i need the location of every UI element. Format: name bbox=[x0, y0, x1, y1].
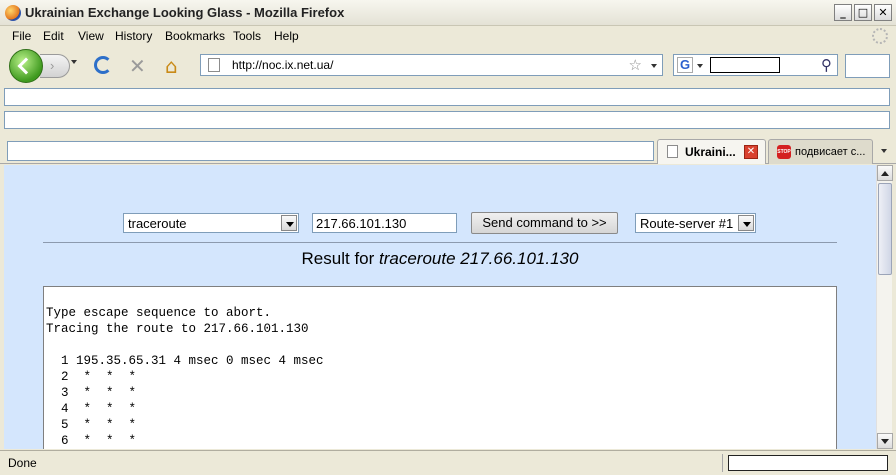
close-window-button[interactable]: ✕ bbox=[874, 4, 892, 21]
title-bar: Ukrainian Exchange Looking Glass - Mozil… bbox=[0, 0, 896, 26]
url-dropdown-icon[interactable] bbox=[651, 64, 657, 68]
scroll-down-button[interactable] bbox=[877, 433, 893, 449]
home-icon[interactable]: ⌂ bbox=[165, 54, 178, 78]
window-title: Ukrainian Exchange Looking Glass - Mozil… bbox=[25, 5, 345, 20]
chevron-down-icon[interactable] bbox=[738, 215, 754, 231]
command-select-value: traceroute bbox=[128, 216, 187, 231]
route-server-value: Route-server #1 bbox=[640, 216, 734, 231]
url-bar[interactable]: http://noc.ix.net.ua/ ☆ bbox=[200, 54, 663, 76]
menu-history[interactable]: History bbox=[115, 29, 152, 43]
status-bar: Done bbox=[0, 450, 896, 475]
status-panel bbox=[728, 455, 888, 471]
tab-bar: Ukraini... ✕ STOP подвисает с... bbox=[0, 137, 896, 164]
toolbar-field-2[interactable] bbox=[4, 111, 890, 129]
history-dropdown-icon[interactable] bbox=[71, 60, 77, 64]
vertical-scrollbar[interactable] bbox=[876, 165, 893, 449]
tab-second[interactable]: STOP подвисает с... bbox=[768, 139, 873, 164]
forward-button[interactable]: › bbox=[40, 54, 70, 78]
menu-tools[interactable]: Tools bbox=[233, 29, 261, 43]
page-content: traceroute Send command to >> Route-serv… bbox=[4, 165, 876, 449]
divider bbox=[43, 242, 837, 243]
command-select[interactable]: traceroute bbox=[123, 213, 299, 233]
tab-bar-field[interactable] bbox=[7, 141, 654, 161]
tab-ukrainian-exchange[interactable]: Ukraini... ✕ bbox=[657, 139, 766, 164]
menu-help[interactable]: Help bbox=[274, 29, 299, 43]
minimize-button[interactable]: _ bbox=[834, 4, 852, 21]
result-heading: Result for traceroute 217.66.101.130 bbox=[4, 249, 876, 269]
page-icon bbox=[208, 58, 220, 72]
search-icon[interactable]: ⚲ bbox=[821, 56, 832, 74]
scroll-thumb[interactable] bbox=[878, 183, 892, 275]
result-prefix: Result for bbox=[301, 249, 380, 268]
page-icon bbox=[667, 145, 678, 158]
url-text[interactable]: http://noc.ix.net.ua/ bbox=[232, 58, 333, 72]
send-command-button[interactable]: Send command to >> bbox=[471, 212, 618, 234]
throbber-icon bbox=[872, 28, 888, 44]
firefox-icon bbox=[5, 5, 21, 21]
route-server-select[interactable]: Route-server #1 bbox=[635, 213, 756, 233]
result-command: traceroute 217.66.101.130 bbox=[379, 249, 579, 268]
toolbar-field-1[interactable] bbox=[4, 88, 890, 106]
stop-sign-icon: STOP bbox=[777, 145, 791, 159]
menu-bar: File Edit View History Bookmarks Tools H… bbox=[0, 26, 896, 46]
stop-icon[interactable]: ✕ bbox=[129, 54, 146, 78]
bookmark-star-icon[interactable]: ☆ bbox=[629, 56, 642, 74]
status-text: Done bbox=[8, 456, 37, 470]
reload-icon[interactable] bbox=[94, 56, 112, 74]
search-bar: G ⚲ bbox=[673, 54, 838, 76]
close-tab-icon[interactable]: ✕ bbox=[744, 145, 758, 159]
tab-label: подвисает с... bbox=[795, 146, 866, 158]
toolbar-extra-field[interactable] bbox=[845, 54, 890, 78]
back-button[interactable] bbox=[9, 49, 43, 83]
google-engine-icon[interactable]: G bbox=[677, 57, 693, 73]
menu-file[interactable]: File bbox=[12, 29, 31, 43]
menu-edit[interactable]: Edit bbox=[43, 29, 64, 43]
chevron-down-icon[interactable] bbox=[281, 215, 297, 231]
scroll-up-button[interactable] bbox=[877, 165, 893, 181]
tab-label: Ukraini... bbox=[685, 145, 736, 159]
navigation-toolbar: › ✕ ⌂ http://noc.ix.net.ua/ ☆ G ⚲ bbox=[0, 46, 896, 86]
maximize-button[interactable]: □ bbox=[854, 4, 872, 21]
command-output: Type escape sequence to abort. Tracing t… bbox=[43, 286, 837, 449]
menu-view[interactable]: View bbox=[78, 29, 104, 43]
tab-list-dropdown[interactable] bbox=[876, 141, 892, 161]
engine-dropdown-icon[interactable] bbox=[697, 64, 703, 68]
menu-bookmarks[interactable]: Bookmarks bbox=[165, 29, 225, 43]
search-input[interactable] bbox=[710, 57, 780, 73]
status-separator bbox=[722, 454, 723, 472]
target-ip-input[interactable] bbox=[312, 213, 457, 233]
window-controls: _ □ ✕ bbox=[834, 4, 892, 21]
